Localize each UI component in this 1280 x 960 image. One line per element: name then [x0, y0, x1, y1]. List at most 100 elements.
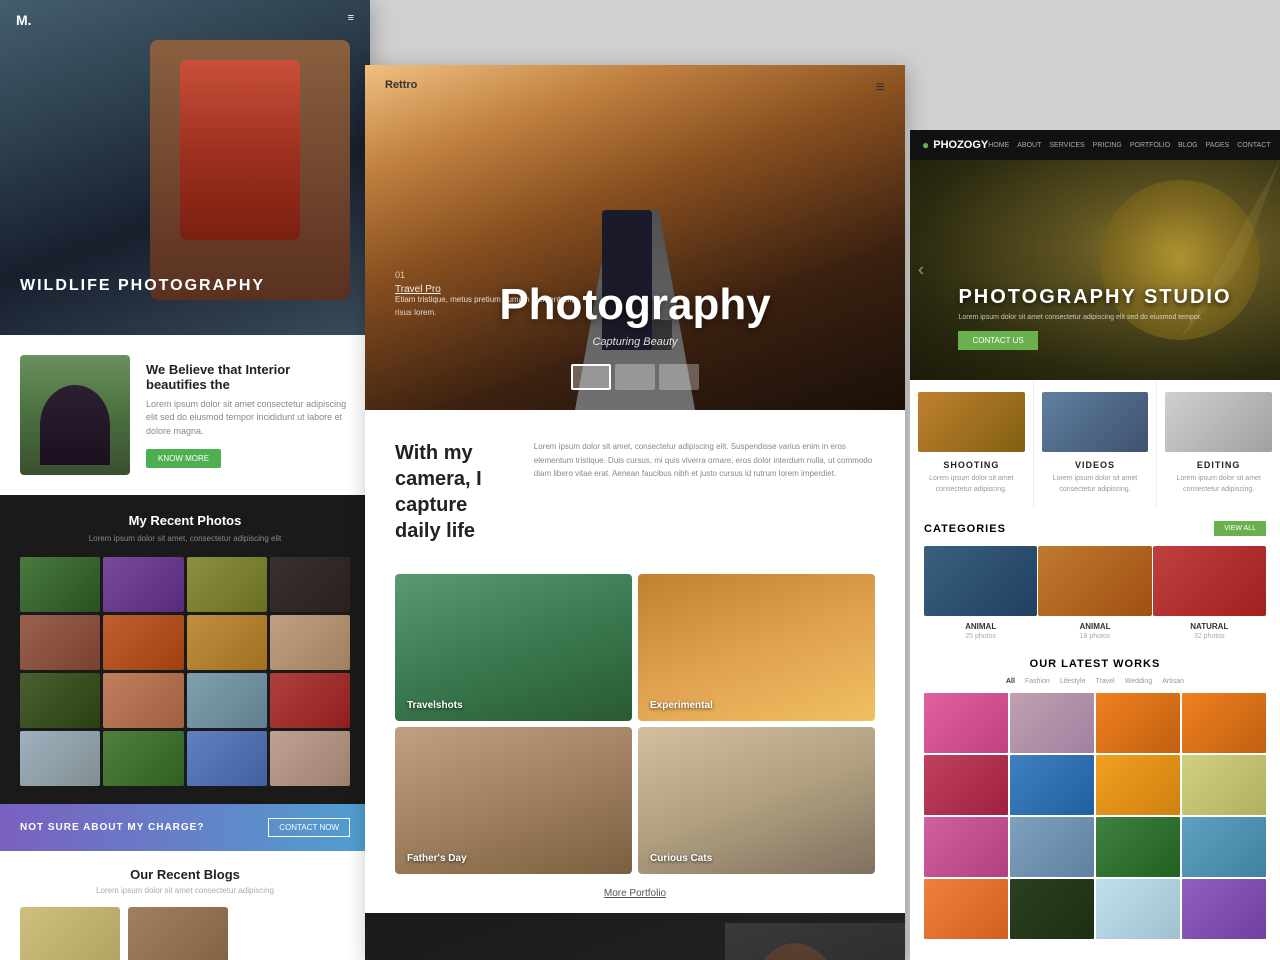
about-heading: With my camera, I capture daily life	[395, 440, 514, 544]
phozogy-header: ● PHOZOGY HOME ABOUT SERVICES PRICING PO…	[910, 130, 1280, 160]
dot-1[interactable]	[571, 364, 611, 390]
photo-thumb[interactable]	[270, 731, 350, 786]
wildlife-figure	[150, 40, 350, 300]
work-item[interactable]	[1010, 693, 1094, 753]
recent-photos-title: My Recent Photos	[20, 513, 350, 528]
work-item[interactable]	[1010, 755, 1094, 815]
hero-text-block: Etiam tristique, metus pretium numam ele…	[395, 294, 575, 320]
category-natural[interactable]: NATURAL 32 photos	[1153, 546, 1266, 640]
filter-all[interactable]: All	[1006, 678, 1015, 685]
right-panel: ● PHOZOGY HOME ABOUT SERVICES PRICING PO…	[910, 130, 1280, 960]
dot-2[interactable]	[615, 364, 655, 390]
left-arrow-icon[interactable]: ‹	[918, 260, 924, 281]
photo-thumb[interactable]	[270, 557, 350, 612]
more-portfolio-link[interactable]: More Portfolio	[365, 874, 905, 913]
nav-blog[interactable]: BLOG	[1178, 142, 1197, 149]
service-videos: VIDEOS Lorem ipsum dolor sit amet consec…	[1034, 380, 1157, 507]
category-count: 32 photos	[1153, 633, 1266, 640]
know-more-button[interactable]: KNOW MORE	[146, 449, 221, 468]
blogs-subtitle: Lorem ipsum dolor sit amet consectetur a…	[20, 886, 350, 895]
work-item[interactable]	[1010, 817, 1094, 877]
filter-travel[interactable]: Travel	[1096, 678, 1115, 685]
work-item[interactable]	[924, 817, 1008, 877]
profile-desc: Lorem ipsum dolor sit amet consectetur a…	[146, 398, 350, 439]
photo-thumb[interactable]	[187, 557, 267, 612]
portfolio-item-cat[interactable]: Curious Cats	[638, 727, 875, 874]
work-item[interactable]	[924, 879, 1008, 939]
work-item[interactable]	[924, 755, 1008, 815]
work-item[interactable]	[924, 693, 1008, 753]
filter-artisan[interactable]: Artisan	[1162, 678, 1184, 685]
category-thumb	[924, 546, 1037, 616]
photo-thumb[interactable]	[20, 731, 100, 786]
nav-about[interactable]: ABOUT	[1017, 142, 1041, 149]
photo-thumb[interactable]	[103, 673, 183, 728]
category-animal1[interactable]: ANIMAL 25 photos	[924, 546, 1037, 640]
about-right: Lorem ipsum dolor sit amet, consectetur …	[534, 440, 875, 554]
work-item[interactable]	[1182, 879, 1266, 939]
work-item[interactable]	[1096, 817, 1180, 877]
hero-right-text: PHOTOGRAPHY STUDIO Lorem ipsum dolor sit…	[938, 286, 1251, 381]
services-row: SHOOTING Lorem ipsum dolor sit amet cons…	[910, 380, 1280, 507]
nav-services[interactable]: SERVICES	[1049, 142, 1084, 149]
work-item[interactable]	[1182, 755, 1266, 815]
work-item[interactable]	[1096, 755, 1180, 815]
editing-thumb	[1165, 392, 1272, 452]
photo-thumb[interactable]	[187, 731, 267, 786]
photo-thumb[interactable]	[20, 615, 100, 670]
hero-dots	[571, 364, 699, 390]
photo-thumb[interactable]	[187, 615, 267, 670]
category-thumb	[1038, 546, 1151, 616]
photo-thumb[interactable]	[103, 731, 183, 786]
center-panel: Rettro ≡ Photography Capturing Beauty 01…	[365, 65, 905, 960]
hamburger-icon[interactable]: ≡	[876, 79, 885, 97]
nav-pages[interactable]: PAGES	[1206, 142, 1230, 149]
works-grid	[924, 693, 1266, 939]
category-name: ANIMAL	[1038, 622, 1151, 631]
portfolio-item-father[interactable]: Father's Day	[395, 727, 632, 874]
view-all-button[interactable]: VIEW ALL	[1214, 521, 1266, 536]
service-videos-desc: Lorem ipsum dolor sit amet consectetur a…	[1042, 474, 1149, 495]
hero-link-label: 01	[395, 270, 405, 280]
blogs-row	[20, 907, 350, 960]
dot-3[interactable]	[659, 364, 699, 390]
photo-thumb[interactable]	[103, 557, 183, 612]
latest-works: OUR LATEST WORKS All Fashion Lifestyle T…	[910, 648, 1280, 939]
portfolio-item-travelshots[interactable]: Travelshots	[395, 574, 632, 721]
filter-tabs: All Fashion Lifestyle Travel Wedding Art…	[924, 678, 1266, 685]
hero-section: Rettro ≡ Photography Capturing Beauty 01…	[365, 65, 905, 410]
portfolio-item-experimental[interactable]: Experimental	[638, 574, 875, 721]
contact-button[interactable]: CONTACT US	[958, 331, 1037, 350]
nav-portfolio[interactable]: PORTFOLIO	[1130, 142, 1170, 149]
work-item[interactable]	[1096, 693, 1180, 753]
wildlife-title: WILDLIFE PHOTOGRAPHY	[20, 277, 265, 295]
filter-fashion[interactable]: Fashion	[1025, 678, 1050, 685]
about-left: With my camera, I capture daily life	[395, 440, 514, 554]
photo-thumb[interactable]	[270, 615, 350, 670]
work-item[interactable]	[1010, 879, 1094, 939]
nav-home[interactable]: HOME	[988, 142, 1009, 149]
brand-menu[interactable]: ≡	[348, 12, 354, 24]
blog-thumb[interactable]	[20, 907, 120, 960]
nav-contact[interactable]: CONTACT	[1237, 142, 1270, 149]
photo-thumb[interactable]	[187, 673, 267, 728]
work-item[interactable]	[1096, 879, 1180, 939]
nav-pricing[interactable]: PRICING	[1093, 142, 1122, 149]
latest-title: OUR LATEST WORKS	[924, 658, 1266, 670]
hero-link[interactable]: Travel Pro	[395, 284, 441, 295]
category-name: ANIMAL	[924, 622, 1037, 631]
blog-thumb[interactable]	[128, 907, 228, 960]
filter-lifestyle[interactable]: Lifestyle	[1060, 678, 1086, 685]
photo-thumb[interactable]	[270, 673, 350, 728]
photo-thumb[interactable]	[103, 615, 183, 670]
photos-grid	[20, 557, 350, 786]
service-videos-title: VIDEOS	[1042, 460, 1149, 470]
work-item[interactable]	[1182, 817, 1266, 877]
filter-wedding[interactable]: Wedding	[1125, 678, 1153, 685]
cta-text: NOT SURE ABOUT MY CHARGE?	[20, 822, 204, 833]
photo-thumb[interactable]	[20, 557, 100, 612]
category-animal2[interactable]: ANIMAL 18 photos	[1038, 546, 1151, 640]
cta-link[interactable]: CONTACT NOW	[268, 818, 350, 837]
photo-thumb[interactable]	[20, 673, 100, 728]
work-item[interactable]	[1182, 693, 1266, 753]
